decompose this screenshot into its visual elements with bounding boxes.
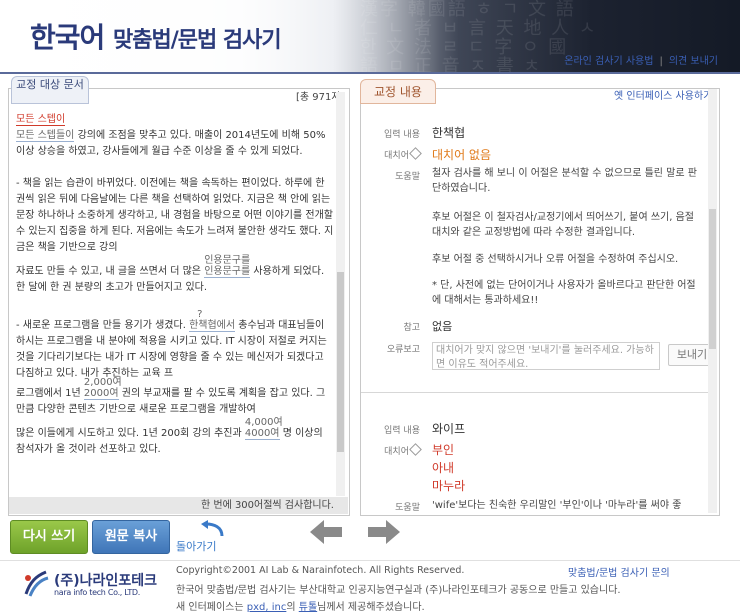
report-label: 오류보고 [386, 345, 420, 355]
replace-candidate[interactable]: 부인 [432, 441, 454, 458]
copy-original-button[interactable]: 원문 복사 [92, 520, 170, 554]
footer-credit: 새 인터페이스는 pxd, inc의 튜톨님께서 제공해주셨습니다. [176, 602, 425, 613]
online-manual-link[interactable]: 온라인 검사기 사용법 [564, 56, 653, 67]
help-text: 철자 검사를 해 보니 이 어절은 분석할 수 없으므로 틀린 말로 판단하였습… [432, 168, 697, 194]
back-arrow-icon [201, 520, 224, 537]
feedback-link[interactable]: 의견 보내기 [669, 56, 718, 67]
app-title-main: 한국어 [30, 21, 114, 54]
company-logo-icon [24, 570, 49, 597]
suggestion-label: 인용문구를 [204, 255, 251, 266]
tab-correction[interactable]: 교정 내용 [360, 79, 436, 104]
correction-scrollbar[interactable] [708, 89, 717, 513]
replace-label: 대치어 [378, 443, 422, 457]
ref-value: 없음 [432, 320, 453, 333]
header: 漢字 韓國語 ㅎ ㄱ 文 語 仁 ㄴ 者 ㅂ 言 天 地 人 ㅅ 한 文 法 ㄹ… [0, 0, 740, 72]
edit-icon[interactable] [409, 147, 422, 160]
source-text-area[interactable]: 모든 스텝이 모든 스텝들이 강의에 조점을 맞추고 있다. 매출이 2014년… [16, 112, 334, 494]
back-label: 돌아가기 [176, 540, 217, 553]
checked-word[interactable]: 모든 스텝들이 [16, 130, 75, 142]
copyright: Copyright©2001 AI Lab & Narainfotech. Al… [176, 565, 465, 576]
suggestion-label: 2,000여 [83, 377, 122, 388]
help-text: * 단, 사전에 없는 단어이거나 사용자가 올바르다고 판단한 어절에 대해서… [432, 280, 696, 306]
scrollbar-thumb[interactable] [337, 272, 344, 452]
prev-arrow-icon[interactable] [308, 518, 344, 546]
tab-source-document[interactable]: 교정 대상 문서 [11, 76, 89, 104]
help-text: 후보 어절 중 선택하시거나 오류 어절을 수정하여 주십시오. [432, 254, 679, 265]
ref-label: 참고 [403, 323, 420, 333]
company-name-en: nara info tech Co., LTD. [54, 588, 141, 597]
rewrite-button[interactable]: 다시 쓰기 [10, 520, 88, 554]
company-logo: (주)나라인포테크 nara info tech Co., LTD. [20, 566, 160, 604]
help-label: 도움말 [395, 172, 420, 182]
header-divider [0, 72, 740, 74]
unknown-marker: ? [197, 309, 203, 320]
input-label: 입력 내용 [384, 426, 420, 436]
app-title-sub: 맞춤법/문법 검사기 [113, 28, 282, 53]
contact-link[interactable]: 맞춤법/문법 검사기 문의 [568, 564, 670, 579]
error-word[interactable]: 모든 스텝이 [16, 114, 66, 126]
input-label: 입력 내용 [384, 130, 420, 140]
input-value: 와이프 [432, 422, 466, 436]
replace-candidate[interactable]: 아내 [432, 459, 454, 476]
replace-label: 대치어 [378, 147, 422, 161]
footer-description: 한국어 맞춤법/문법 검사기는 부산대학교 인공지능연구실과 (주)나라인포테크… [176, 585, 621, 596]
input-value: 한책협 [432, 126, 466, 140]
help-text: 후보 어절은 이 철자검사/교정기에서 띄어쓰기, 붙여 쓰기, 음절대치와 같… [432, 212, 694, 238]
error-report-input[interactable]: 대치어가 맞지 않으면 '보내기'를 눌러주세요. 가능하면 이유도 적어주세요… [432, 342, 660, 370]
top-links: 온라인 검사기 사용법 | 의견 보내기 [564, 56, 718, 67]
footer-divider [0, 560, 740, 561]
help-text: 'wife'보다는 친숙한 우리말인 '부인'이나 '마누라'를 써야 좋 [432, 500, 682, 511]
source-scrollbar[interactable] [336, 92, 345, 496]
scrollbar-thumb[interactable] [709, 209, 716, 349]
old-interface-link[interactable]: 옛 인터페이스 사용하기 [614, 87, 712, 102]
checked-word[interactable]: 한책협에서 [189, 320, 236, 332]
company-name: (주)나라인포테크 [54, 573, 157, 589]
edit-icon[interactable] [409, 443, 422, 456]
replace-candidate[interactable]: 마누라 [432, 477, 465, 494]
help-label: 도움말 [395, 503, 420, 513]
next-arrow-icon[interactable] [366, 518, 402, 546]
check-limit-note: 한 번에 300어절씩 검사합니다. [9, 497, 348, 514]
paragraph: - 책을 읽는 습관이 바뀌었다. 이전에는 책을 속독하는 편이었다. 하루에… [16, 178, 334, 253]
back-button[interactable]: 돌아가기 [176, 520, 232, 553]
app-title: 한국어 맞춤법/문법 검사기 [30, 16, 282, 56]
suggestion-label: 4,000여 [244, 417, 283, 428]
replace-value: 대치어 없음 [432, 148, 492, 162]
item-divider [361, 392, 717, 393]
